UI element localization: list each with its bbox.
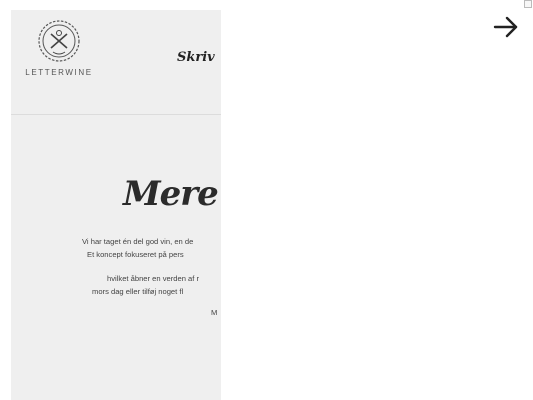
arrow-right-icon[interactable]: [493, 14, 519, 40]
brand-name: LETTERWINE: [25, 68, 93, 77]
body-text-line: M: [211, 308, 218, 317]
body-text-line: hvilket åbner en verden af r: [107, 274, 200, 283]
header-divider: [11, 114, 221, 115]
logo-emblem-icon: [38, 20, 80, 62]
body-text-line: mors dag eller tilføj noget fl: [92, 287, 184, 296]
hero-heading: Mere en: [123, 174, 221, 214]
nav-item-skriv[interactable]: Skriv: [177, 50, 215, 65]
page-panel: LETTERWINE Mere en Vi har taget én del g…: [11, 10, 221, 400]
logo[interactable]: LETTERWINE: [11, 18, 107, 77]
body-text-line: Et koncept fokuseret på pers: [87, 250, 184, 259]
body-text-line: Vi har taget én del god vin, en de: [82, 237, 194, 246]
window-control-icon[interactable]: [524, 0, 532, 8]
